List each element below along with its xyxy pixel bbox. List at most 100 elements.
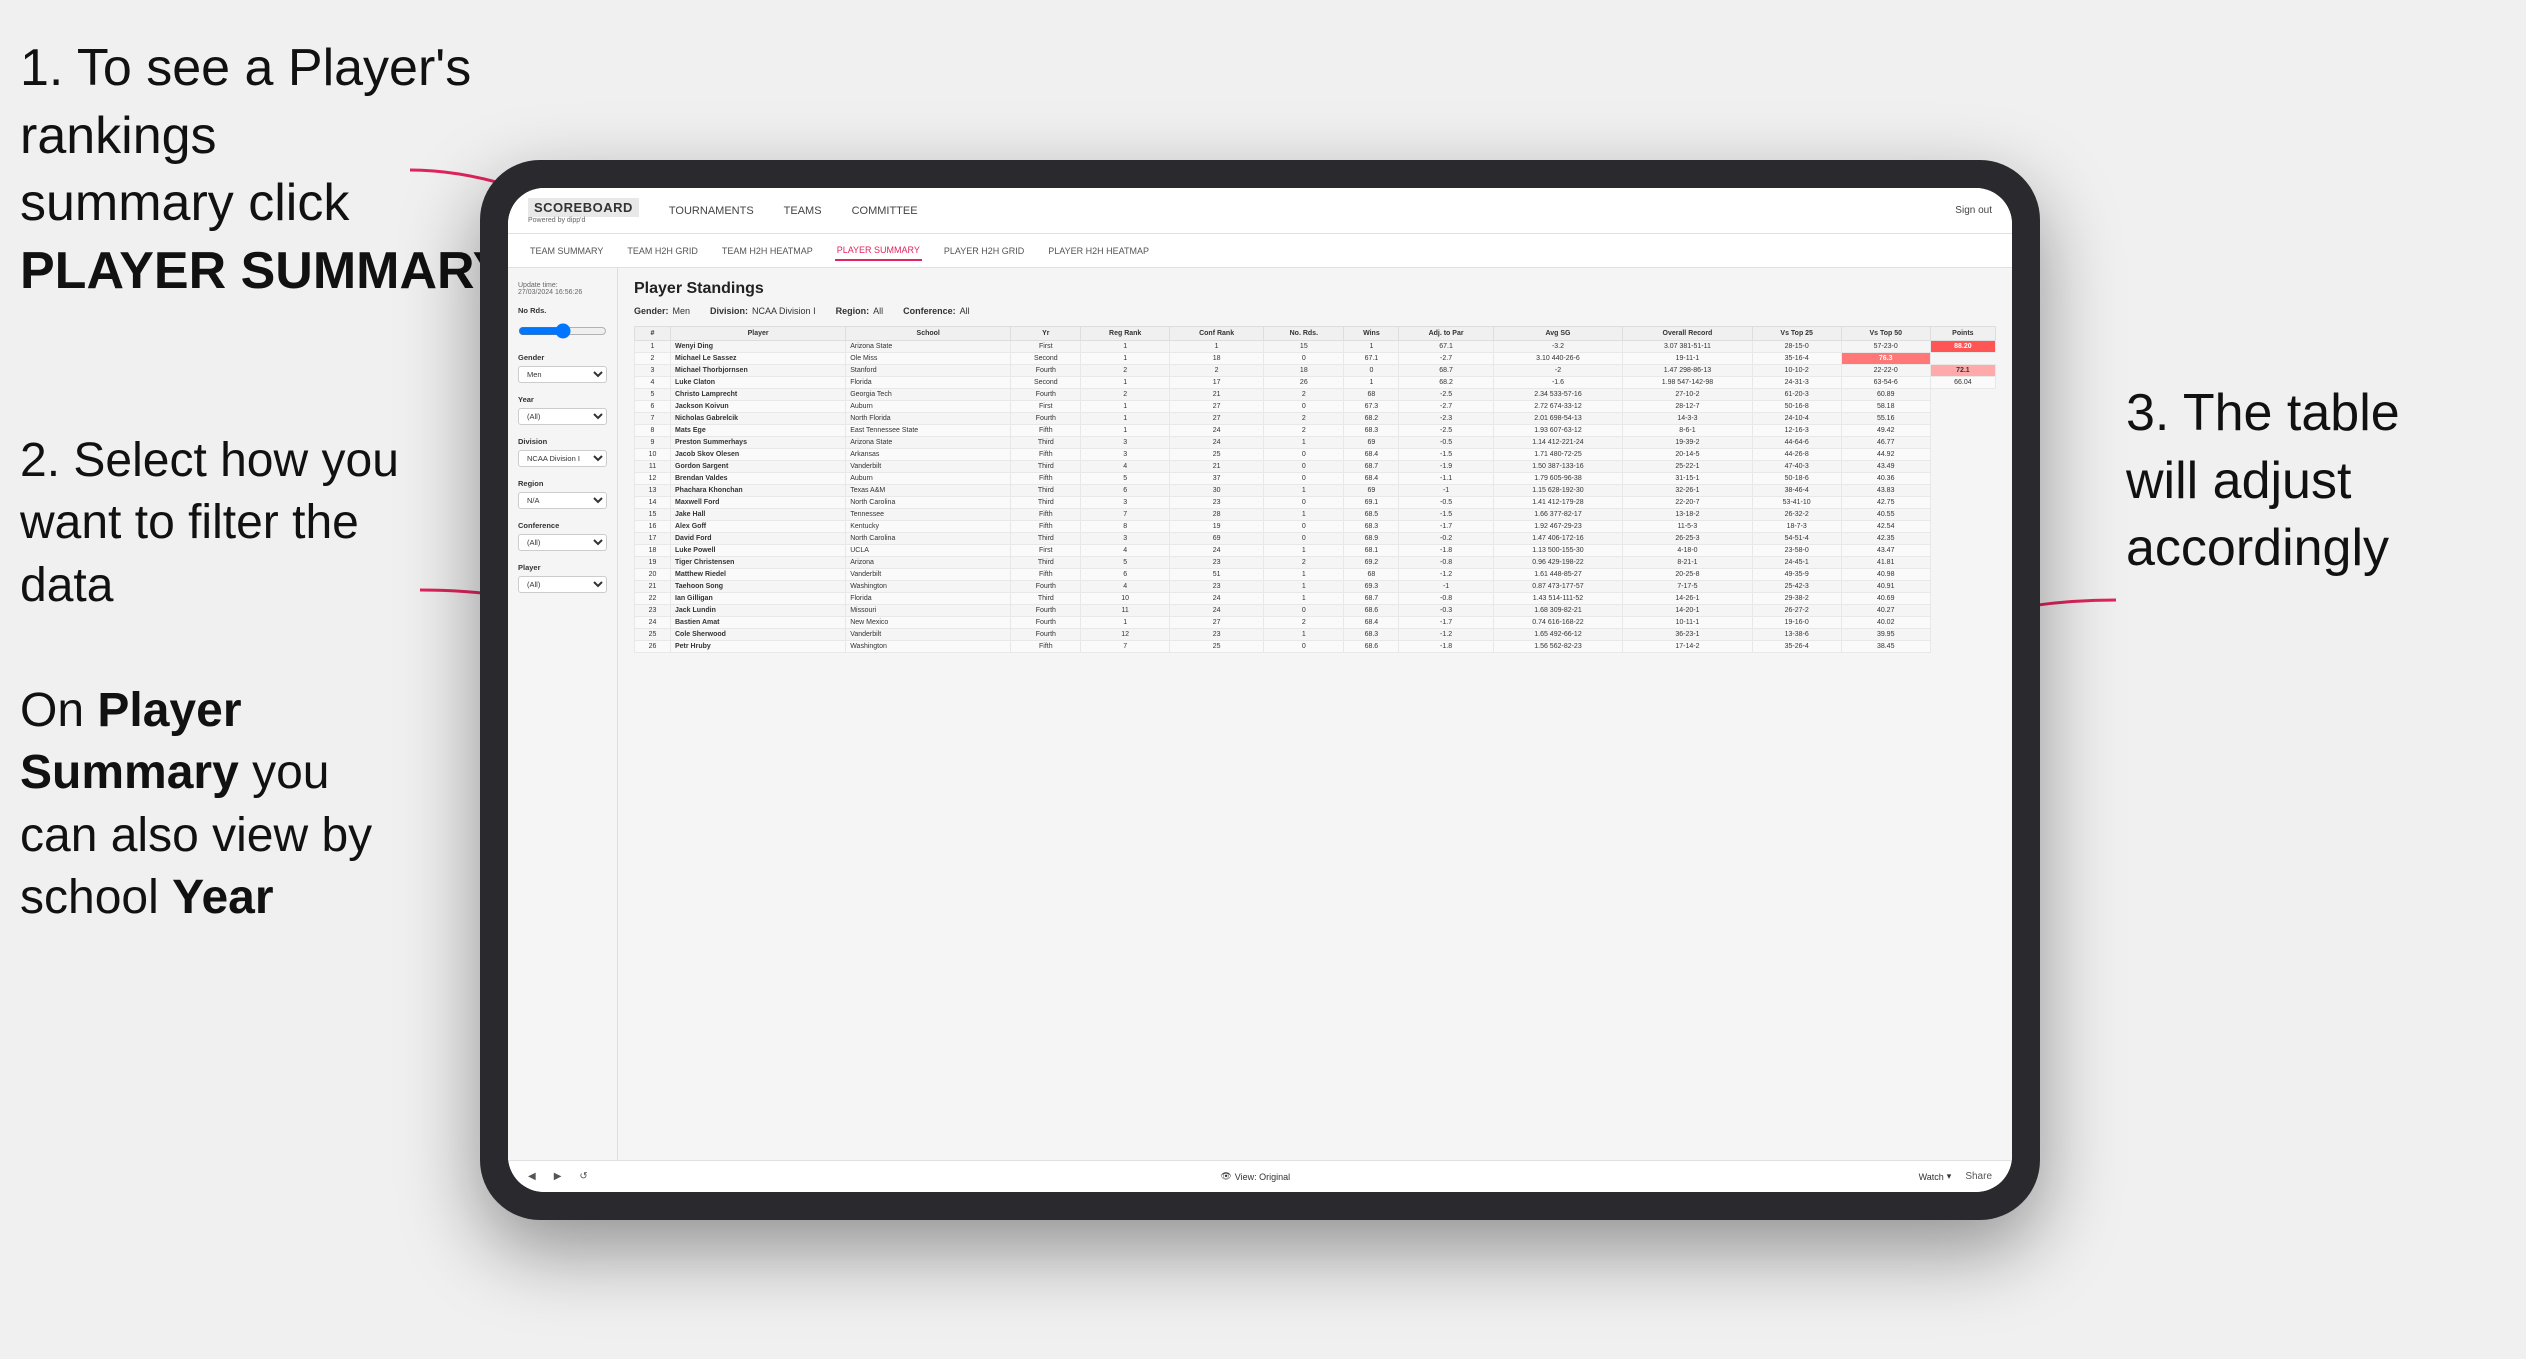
table-row: 3Michael ThorbjornsenStanfordFourth22180… xyxy=(635,365,1996,377)
toolbar-forward[interactable]: ▶ xyxy=(550,1169,566,1184)
sub-nav-team-h2h-grid[interactable]: TEAM H2H GRID xyxy=(625,242,700,260)
watch-chevron: ▾ xyxy=(1947,1171,1952,1182)
logo-sub: Powered by dipp'd xyxy=(528,217,639,224)
col-yr: Yr xyxy=(1011,327,1081,341)
col-points: Points xyxy=(1930,327,1995,341)
year-filter: Year (All) xyxy=(518,395,607,425)
table-row: 20Matthew RiedelVanderbiltFifth651168-1.… xyxy=(635,569,1996,581)
sub-nav-team-h2h-heatmap[interactable]: TEAM H2H HEATMAP xyxy=(720,242,815,260)
table-row: 16Alex GoffKentuckyFifth819068.3-1.71.92… xyxy=(635,521,1996,533)
player-select[interactable]: (All) xyxy=(518,576,607,593)
toolbar-share[interactable]: Share xyxy=(1961,1169,1996,1184)
table-row: 12Brendan ValdesAuburnFifth537068.4-1.11… xyxy=(635,473,1996,485)
filter-region: Region: All xyxy=(836,306,884,316)
nav-teams[interactable]: TEAMS xyxy=(784,201,822,221)
table-row: 26Petr HrubyWashingtonFifth725068.6-1.81… xyxy=(635,641,1996,653)
table-row: 5Christo LamprechtGeorgia TechFourth2212… xyxy=(635,389,1996,401)
nav-right: Sign out xyxy=(1955,205,1992,216)
instruction-year-bold: Year xyxy=(172,871,273,924)
table-row: 15Jake HallTennesseeFifth728168.5-1.51.6… xyxy=(635,509,1996,521)
table-row: 4Luke ClatonFloridaSecond11726168.2-1.61… xyxy=(635,377,1996,389)
main-content: Update time: 27/03/2024 16:56:26 No Rds.… xyxy=(508,268,2012,1160)
table-row: 1Wenyi DingArizona StateFirst1115167.1-3… xyxy=(635,341,1996,353)
table-row: 2Michael Le SassezOle MissSecond118067.1… xyxy=(635,353,1996,365)
table-row: 23Jack LundinMissouriFourth1124068.6-0.3… xyxy=(635,605,1996,617)
table-row: 7Nicholas GabrelcikNorth FloridaFourth12… xyxy=(635,413,1996,425)
col-top25: Vs Top 25 xyxy=(1752,327,1841,341)
tablet-device: SCOREBOARD Powered by dipp'd TOURNAMENTS… xyxy=(480,160,2040,1220)
division-select[interactable]: NCAA Division I xyxy=(518,450,607,467)
table-row: 13Phachara KhonchanTexas A&MThird630169-… xyxy=(635,485,1996,497)
table-row: 24Bastien AmatNew MexicoFourth127268.4-1… xyxy=(635,617,1996,629)
sub-nav-player-h2h-grid[interactable]: PLAYER H2H GRID xyxy=(942,242,1026,260)
table-title: Player Standings xyxy=(634,280,1996,298)
instruction-text-1: 1. To see a Player's rankings xyxy=(20,39,471,165)
sub-nav-player-h2h-heatmap[interactable]: PLAYER H2H HEATMAP xyxy=(1046,242,1151,260)
gender-filter: Gender Men xyxy=(518,353,607,383)
no-rds-slider[interactable] xyxy=(518,323,607,339)
app-navigation: SCOREBOARD Powered by dipp'd TOURNAMENTS… xyxy=(508,188,2012,234)
app-logo: SCOREBOARD Powered by dipp'd xyxy=(528,198,639,224)
sidebar-filters: Update time: 27/03/2024 16:56:26 No Rds.… xyxy=(508,268,618,1160)
table-row: 6Jackson KoivunAuburnFirst127067.3-2.72.… xyxy=(635,401,1996,413)
instruction-text-3: 2. Select how you want to filter the dat… xyxy=(20,434,399,612)
filter-gender: Gender: Men xyxy=(634,306,690,316)
instruction-step1: 1. To see a Player's rankings summary cl… xyxy=(20,35,540,305)
main-nav: TOURNAMENTS TEAMS COMMITTEE xyxy=(669,201,1955,221)
division-filter: Division NCAA Division I xyxy=(518,437,607,467)
table-row: 8Mats EgeEast Tennessee StateFifth124268… xyxy=(635,425,1996,437)
view-icon: 👁 xyxy=(1220,1171,1231,1182)
instruction-step2: 2. Select how you want to filter the dat… xyxy=(20,430,400,617)
filter-division: Division: NCAA Division I xyxy=(710,306,816,316)
instruction-bottom: On Player Summary you can also view by s… xyxy=(20,680,400,930)
nav-committee[interactable]: COMMITTEE xyxy=(852,201,918,221)
table-header-row: # Player School Yr Reg Rank Conf Rank No… xyxy=(635,327,1996,341)
table-row: 10Jacob Skov OlesenArkansasFifth325068.4… xyxy=(635,449,1996,461)
col-wins: Wins xyxy=(1344,327,1399,341)
col-no-rds: No. Rds. xyxy=(1264,327,1344,341)
table-row: 22Ian GilliganFloridaThird1024168.7-0.81… xyxy=(635,593,1996,605)
toolbar-view: 👁 View: Original xyxy=(1220,1171,1290,1182)
col-player: Player xyxy=(671,327,846,341)
standings-table: # Player School Yr Reg Rank Conf Rank No… xyxy=(634,326,1996,653)
col-avg-sg: Avg SG xyxy=(1493,327,1622,341)
filter-conference: Conference: All xyxy=(903,306,970,316)
table-row: 14Maxwell FordNorth CarolinaThird323069.… xyxy=(635,497,1996,509)
toolbar-back[interactable]: ◀ xyxy=(524,1169,540,1184)
instruction-text-2: summary click xyxy=(20,174,349,232)
table-row: 18Luke PowellUCLAFirst424168.1-1.81.13 5… xyxy=(635,545,1996,557)
filter-row: Gender: Men Division: NCAA Division I Re… xyxy=(634,306,1996,316)
region-select[interactable]: N/A xyxy=(518,492,607,509)
logo-text: SCOREBOARD xyxy=(528,198,639,217)
toolbar-watch[interactable]: Watch ▾ xyxy=(1919,1171,1952,1182)
conference-select[interactable]: (All) xyxy=(518,534,607,551)
table-row: 9Preston SummerhaysArizona StateThird324… xyxy=(635,437,1996,449)
tablet-screen: SCOREBOARD Powered by dipp'd TOURNAMENTS… xyxy=(508,188,2012,1192)
table-row: 21Taehoon SongWashingtonFourth423169.3-1… xyxy=(635,581,1996,593)
gender-select[interactable]: Men xyxy=(518,366,607,383)
col-top50: Vs Top 50 xyxy=(1841,327,1930,341)
region-filter: Region N/A xyxy=(518,479,607,509)
sub-nav-team-summary[interactable]: TEAM SUMMARY xyxy=(528,242,605,260)
sign-out-link[interactable]: Sign out xyxy=(1955,205,1992,216)
year-select[interactable]: (All) xyxy=(518,408,607,425)
bottom-toolbar: ◀ ▶ ↺ 👁 View: Original Watch ▾ Share xyxy=(508,1160,2012,1192)
table-area: Player Standings Gender: Men Division: N… xyxy=(618,268,2012,1160)
col-conf-rank: Conf Rank xyxy=(1169,327,1263,341)
table-row: 25Cole SherwoodVanderbiltFourth1223168.3… xyxy=(635,629,1996,641)
view-label: View: Original xyxy=(1235,1172,1290,1182)
nav-tournaments[interactable]: TOURNAMENTS xyxy=(669,201,754,221)
table-row: 17David FordNorth CarolinaThird369068.9-… xyxy=(635,533,1996,545)
instruction-bold-1: PLAYER SUMMARY xyxy=(20,242,507,300)
instruction-step3: 3. The table will adjust accordingly xyxy=(2126,380,2486,583)
table-row: 11Gordon SargentVanderbiltThird421068.7-… xyxy=(635,461,1996,473)
watch-label: Watch xyxy=(1919,1172,1944,1182)
table-row: 19Tiger ChristensenArizonaThird523269.2-… xyxy=(635,557,1996,569)
col-overall: Overall Record xyxy=(1623,327,1752,341)
col-school: School xyxy=(846,327,1011,341)
col-adj: Adj. to Par xyxy=(1399,327,1493,341)
sub-nav-player-summary[interactable]: PLAYER SUMMARY xyxy=(835,241,922,261)
toolbar-refresh[interactable]: ↺ xyxy=(575,1169,591,1184)
conference-filter: Conference (All) xyxy=(518,521,607,551)
update-time: Update time: 27/03/2024 16:56:26 xyxy=(518,282,607,296)
